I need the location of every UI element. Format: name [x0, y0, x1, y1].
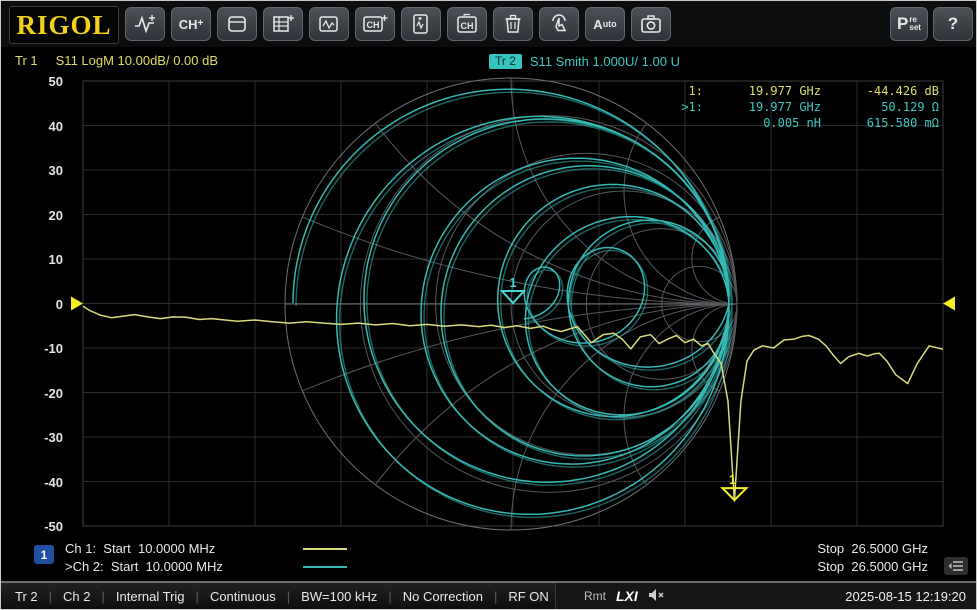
y-tick-label: -30	[23, 430, 63, 445]
marker-readout-cell: 19.977 GHz	[703, 99, 821, 115]
vna-screen: RIGOL CH+CHCHAuto Preset ? Tr 1S11 LogM …	[0, 0, 977, 610]
channel-1-info[interactable]: Ch 1: Start 10.0000 MHz	[65, 541, 215, 556]
marker-readout-cell: >1:	[651, 99, 703, 115]
channel-2-trace-swatch	[303, 566, 347, 568]
marker-readout-cell: 19.977 GHz	[703, 83, 821, 99]
marker-readout-cell: -44.426 dB	[821, 83, 939, 99]
status-item[interactable]: Tr 2	[15, 589, 38, 604]
lxi-logo: LXI	[616, 588, 638, 604]
status-item[interactable]: No Correction	[377, 589, 483, 604]
y-tick-label: -40	[23, 475, 63, 490]
window-badge[interactable]: 1	[34, 545, 54, 564]
status-bar: Tr 2Ch 2Internal TrigContinuousBW=100 kH…	[1, 581, 976, 609]
status-items: Tr 2Ch 2Internal TrigContinuousBW=100 kH…	[1, 589, 555, 604]
marker-readout-cell: 615.580 mΩ	[821, 115, 939, 131]
y-tick-label: 20	[23, 208, 63, 223]
status-item[interactable]: Continuous	[185, 589, 276, 604]
status-item[interactable]: Ch 2	[38, 589, 91, 604]
marker-readout-cell: 50.129 Ω	[821, 99, 939, 115]
marker-readout-cell: 0.005 nH	[703, 115, 821, 131]
y-tick-label: -20	[23, 386, 63, 401]
y-tick-label: -50	[23, 519, 63, 534]
channel-1-stop-freq: Stop 26.5000 GHz	[817, 541, 928, 556]
status-item[interactable]: RF ON	[483, 589, 549, 604]
marker-readout-cell	[651, 115, 703, 131]
y-tick-label: -10	[23, 341, 63, 356]
datetime: 2025-08-15 12:19:20	[845, 589, 966, 604]
channel-2-stop-freq: Stop 26.5000 GHz	[817, 559, 928, 574]
y-tick-label: 10	[23, 252, 63, 267]
status-right-panel: Rmt LXI 2025-08-15 12:19:20	[555, 583, 976, 609]
collapse-menu-icon[interactable]	[944, 557, 968, 575]
svg-text:1: 1	[509, 275, 516, 290]
remote-indicator: Rmt	[584, 589, 606, 603]
status-item[interactable]: BW=100 kHz	[276, 589, 378, 604]
marker-readout-cell: 1:	[651, 83, 703, 99]
ref-level-indicator-left[interactable]	[71, 297, 83, 311]
speaker-muted-icon[interactable]	[648, 588, 665, 605]
y-tick-label: 50	[23, 74, 63, 89]
svg-text:1: 1	[729, 472, 736, 487]
y-tick-label: 40	[23, 119, 63, 134]
y-tick-label: 30	[23, 163, 63, 178]
status-item[interactable]: Internal Trig	[91, 589, 185, 604]
marker-readout: 1:19.977 GHz-44.426 dB >1:19.977 GHz50.12…	[651, 83, 939, 131]
channel-2-info[interactable]: >Ch 2: Start 10.0000 MHz	[65, 559, 223, 574]
y-tick-label: 0	[23, 297, 63, 312]
channel-1-trace-swatch	[303, 548, 347, 550]
ref-level-indicator-right[interactable]	[943, 297, 955, 311]
